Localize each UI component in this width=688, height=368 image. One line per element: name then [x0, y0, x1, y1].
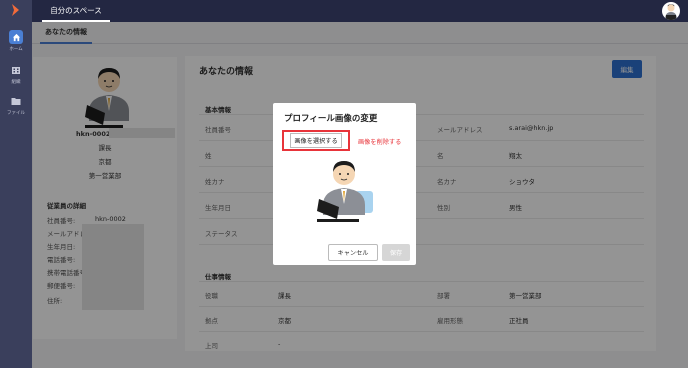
- dialog-title: プロフィール画像の変更: [284, 114, 378, 124]
- delete-image-link[interactable]: 画像を削除する: [358, 137, 401, 146]
- sidebar-item-label: 組織: [11, 80, 21, 85]
- sidebar-item-files[interactable]: ファイル: [0, 94, 32, 116]
- avatar[interactable]: [662, 2, 680, 20]
- folder-icon: [9, 94, 23, 108]
- sidebar-item-organization[interactable]: 組織: [0, 63, 32, 85]
- home-icon: [9, 30, 23, 44]
- select-image-button[interactable]: 画像を選択する: [282, 130, 350, 151]
- sidebar-item-label: ファイル: [7, 111, 25, 116]
- profile-image-dialog: プロフィール画像の変更 画像を選択する 画像を削除する キャンセル 保存: [273, 103, 416, 265]
- sidebar: ホーム 組織 ファイル: [0, 0, 32, 368]
- top-bar: 自分のスペース: [32, 0, 688, 22]
- organization-icon: [9, 63, 23, 77]
- sidebar-item-label: ホーム: [9, 47, 23, 52]
- tab-my-space[interactable]: 自分のスペース: [42, 0, 110, 22]
- cancel-button[interactable]: キャンセル: [328, 244, 378, 261]
- profile-image-preview: [317, 161, 373, 222]
- sidebar-item-home[interactable]: ホーム: [0, 30, 32, 52]
- app-logo[interactable]: [9, 3, 23, 17]
- save-button[interactable]: 保存: [382, 244, 410, 261]
- select-image-label[interactable]: 画像を選択する: [290, 133, 342, 148]
